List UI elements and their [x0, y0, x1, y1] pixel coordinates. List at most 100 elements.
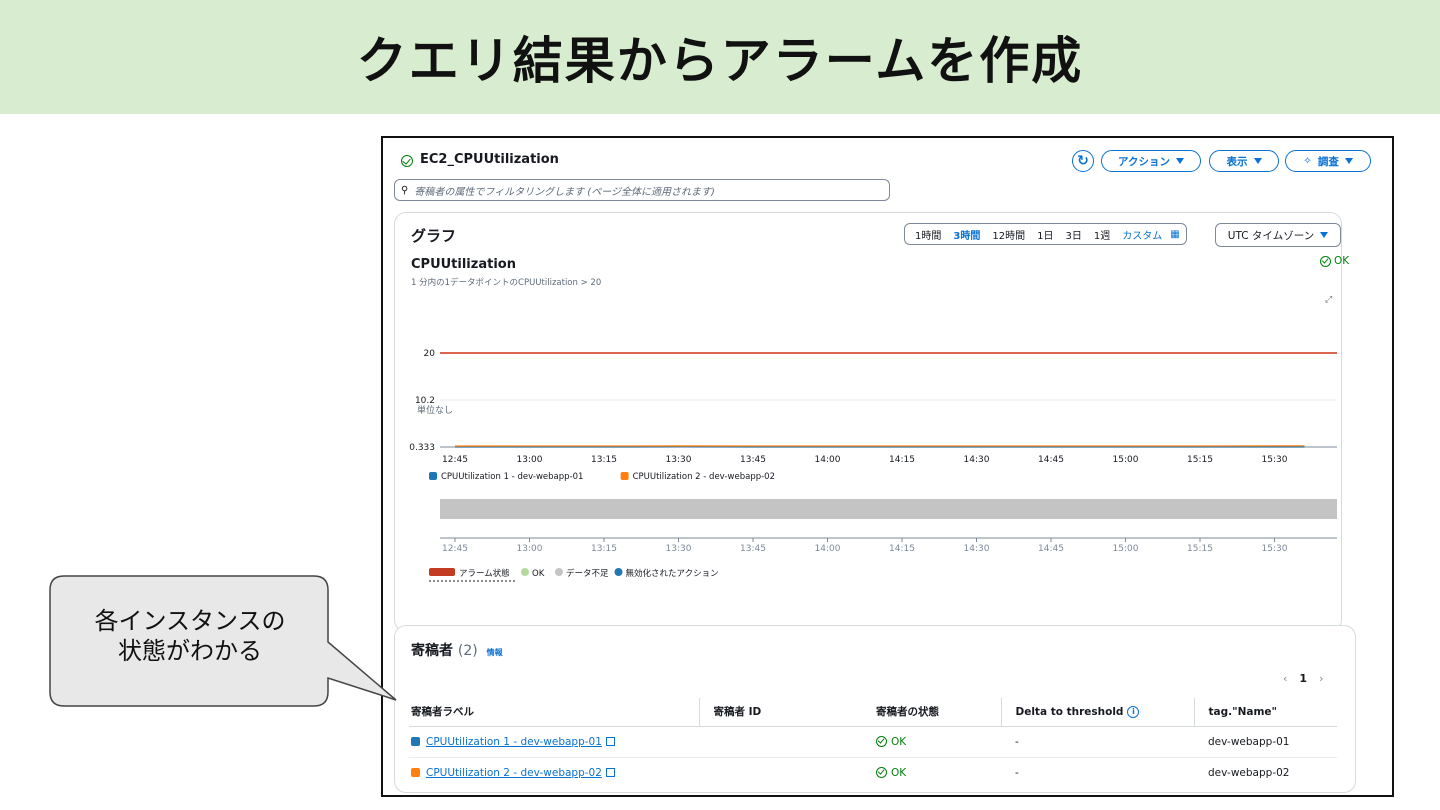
- view-button[interactable]: 表示: [1209, 150, 1279, 172]
- state-x-tick-label: 15:15: [1187, 544, 1213, 554]
- legend-label: CPUUtilization 2 - dev-webapp-02: [633, 472, 775, 482]
- series-color-swatch: [411, 737, 420, 746]
- col-id: 寄稿者 ID: [698, 698, 874, 727]
- y-tick-label: 20: [424, 349, 436, 359]
- caret-down-icon: [1344, 158, 1353, 164]
- info-link[interactable]: 情報: [487, 648, 503, 657]
- ok-status-icon: [876, 767, 887, 779]
- legend-swatch: [429, 472, 437, 480]
- banner-title: クエリ結果からアラームを作成: [356, 32, 1084, 90]
- state-x-tick-label: 13:15: [591, 544, 617, 554]
- col-delta: Delta to threshold i: [1000, 698, 1194, 727]
- callout-text: 各インスタンスの 状態がわかる: [52, 606, 328, 666]
- graph-panel: グラフ 1時間 3時間 12時間 1日 3日 1週 カスタム ▦ UTC タイム…: [394, 212, 1349, 632]
- row-name-cell: dev-webapp-02: [1208, 766, 1290, 779]
- state-x-tick-label: 13:00: [517, 544, 543, 554]
- row-state-cell: OK: [874, 726, 1001, 758]
- legend-swatch: [521, 568, 529, 576]
- ok-status-icon: [876, 736, 887, 747]
- col-delta-text: Delta to threshold: [1015, 705, 1124, 718]
- callout-line-2: 状態がわかる: [118, 637, 262, 665]
- row-id-cell: [699, 726, 874, 758]
- x-tick-label: 13:00: [517, 455, 543, 465]
- external-link-icon[interactable]: [605, 768, 615, 778]
- contributors-title: 寄稿者 (2) 情報: [411, 640, 503, 660]
- alarm-title: EC2_CPUUtilization: [420, 152, 559, 167]
- row-id-cell: [699, 757, 874, 788]
- x-tick-label: 13:15: [591, 455, 617, 465]
- table-header-row: 寄稿者ラベル 寄稿者 ID 寄稿者の状態 Delta to threshold i…: [409, 698, 1337, 727]
- state-x-tick-label: 15:30: [1262, 544, 1288, 554]
- search-icon: ⚲: [401, 184, 409, 196]
- legend-swatch: [614, 568, 623, 576]
- legend-label: 無効化されたアクション: [626, 568, 719, 579]
- current-page[interactable]: 1: [1299, 672, 1307, 685]
- actions-label: アクション: [1118, 155, 1170, 168]
- info-icon[interactable]: i: [1127, 705, 1140, 718]
- banner: クエリ結果からアラームを作成: [0, 0, 1440, 114]
- x-tick-label: 15:00: [1113, 455, 1139, 465]
- legend-label: CPUUtilization 1 - dev-webapp-01: [441, 472, 583, 482]
- state-x-tick-label: 13:45: [740, 544, 766, 554]
- contributors-panel: 寄稿者 (2) 情報 ‹ 1 › 寄稿者ラベル 寄稿者 ID 寄稿者の状態 De…: [394, 625, 1356, 793]
- row-state-cell: OK: [874, 757, 1001, 788]
- prev-page-icon[interactable]: ‹: [1283, 672, 1287, 685]
- contributor-link[interactable]: CPUUtilization 2 - dev-webapp-02: [426, 767, 602, 779]
- alarm-header: EC2_CPUUtilization ↻ アクション 表示 ✧ 調査: [383, 148, 1392, 174]
- state-x-tick-label: 12:45: [442, 544, 468, 554]
- legend-label: OK: [532, 569, 545, 579]
- legend-swatch: [555, 568, 563, 576]
- state-x-tick-label: 14:00: [815, 544, 841, 554]
- state-x-tick-label: 13:30: [666, 544, 692, 554]
- x-tick-label: 14:30: [964, 455, 990, 465]
- contributors-title-text: 寄稿者: [411, 643, 453, 659]
- ok-status-icon: [401, 155, 413, 167]
- state-x-tick-label: 14:15: [889, 544, 915, 554]
- callout-line-1: 各インスタンスの: [94, 607, 286, 635]
- caret-down-icon: [1175, 158, 1184, 164]
- x-tick-label: 14:00: [815, 455, 841, 465]
- x-tick-label: 12:45: [442, 455, 468, 465]
- legend-swatch: [620, 472, 629, 480]
- table-row: CPUUtilization 2 - dev-webapp-02 OK - de…: [409, 757, 1337, 788]
- investigate-button[interactable]: ✧ 調査: [1285, 150, 1371, 172]
- row-delta-cell: -: [1015, 766, 1019, 779]
- metric-chart: 20 10.2 0.333 12:45 13:00 13:15 13:30 13:45 14:0…: [409, 349, 1337, 582]
- refresh-button[interactable]: ↻: [1072, 150, 1094, 172]
- x-tick-label: 15:15: [1187, 455, 1213, 465]
- pagination: ‹ 1 ›: [1283, 672, 1323, 685]
- legend-label: データ不足: [566, 568, 609, 579]
- caret-down-icon: [1253, 158, 1262, 164]
- cloudwatch-screenshot: EC2_CPUUtilization ↻ アクション 表示 ✧ 調査 ⚲ 寄稿者の…: [381, 136, 1394, 797]
- state-band: [440, 499, 1337, 519]
- x-tick-label: 14:15: [889, 455, 915, 465]
- contributors-count: (2): [457, 643, 478, 659]
- state-x-tick-label: 14:30: [964, 544, 990, 554]
- actions-button[interactable]: アクション: [1101, 150, 1201, 172]
- series-color-swatch: [411, 768, 420, 778]
- legend-swatch: [429, 568, 455, 576]
- row-name-cell: dev-webapp-01: [1194, 726, 1337, 758]
- row-delta-cell: -: [1001, 726, 1194, 758]
- row-state-text: OK: [891, 766, 907, 779]
- x-tick-label: 13:45: [740, 455, 766, 465]
- contributor-link[interactable]: CPUUtilization 1 - dev-webapp-01: [426, 736, 602, 748]
- col-name: tag."Name": [1193, 698, 1337, 727]
- col-label: 寄稿者ラベル: [409, 698, 699, 727]
- col-state: 寄稿者の状態: [874, 698, 1001, 727]
- contributors-table: 寄稿者ラベル 寄稿者 ID 寄稿者の状態 Delta to threshold i…: [409, 698, 1337, 788]
- sparkle-icon: ✧: [1303, 155, 1312, 167]
- view-label: 表示: [1226, 155, 1248, 168]
- external-link-icon[interactable]: [605, 737, 615, 746]
- x-tick-label: 15:30: [1262, 455, 1288, 465]
- legend-label: アラーム状態: [459, 568, 510, 579]
- refresh-icon: ↻: [1077, 153, 1089, 169]
- x-tick-label: 13:30: [666, 455, 692, 465]
- x-tick-label: 14:45: [1038, 455, 1064, 465]
- filter-search-input[interactable]: ⚲ 寄稿者の属性でフィルタリングします (ページ全体に適用されます): [394, 179, 890, 201]
- state-x-tick-label: 15:00: [1113, 544, 1139, 554]
- y-tick-label: 10.2: [415, 396, 435, 406]
- next-page-icon[interactable]: ›: [1319, 672, 1323, 685]
- table-row: CPUUtilization 1 - dev-webapp-01 OK - de…: [409, 726, 1337, 758]
- row-label-cell: CPUUtilization 2 - dev-webapp-02: [409, 757, 699, 788]
